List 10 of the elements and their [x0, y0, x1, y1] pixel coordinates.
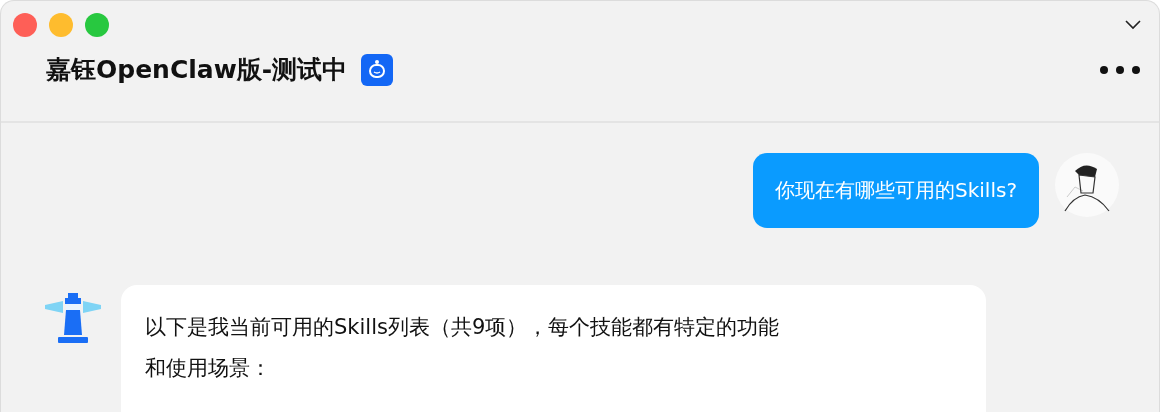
more-icon[interactable] — [1099, 64, 1141, 75]
zoom-button[interactable] — [85, 13, 109, 37]
user-message: 你现在有哪些可用的Skills? — [753, 153, 1039, 228]
minimize-button[interactable] — [49, 13, 73, 37]
chevron-down-icon[interactable] — [1125, 20, 1141, 30]
avatar — [1055, 153, 1119, 217]
bot-message: 以下是我当前可用的Skills列表（共9项），每个技能都有特定的功能和使用场景： — [121, 285, 986, 412]
close-button[interactable] — [13, 13, 37, 37]
robot-icon — [361, 53, 394, 86]
window-title: 嘉钰OpenClaw版-测试中 — [46, 54, 348, 86]
